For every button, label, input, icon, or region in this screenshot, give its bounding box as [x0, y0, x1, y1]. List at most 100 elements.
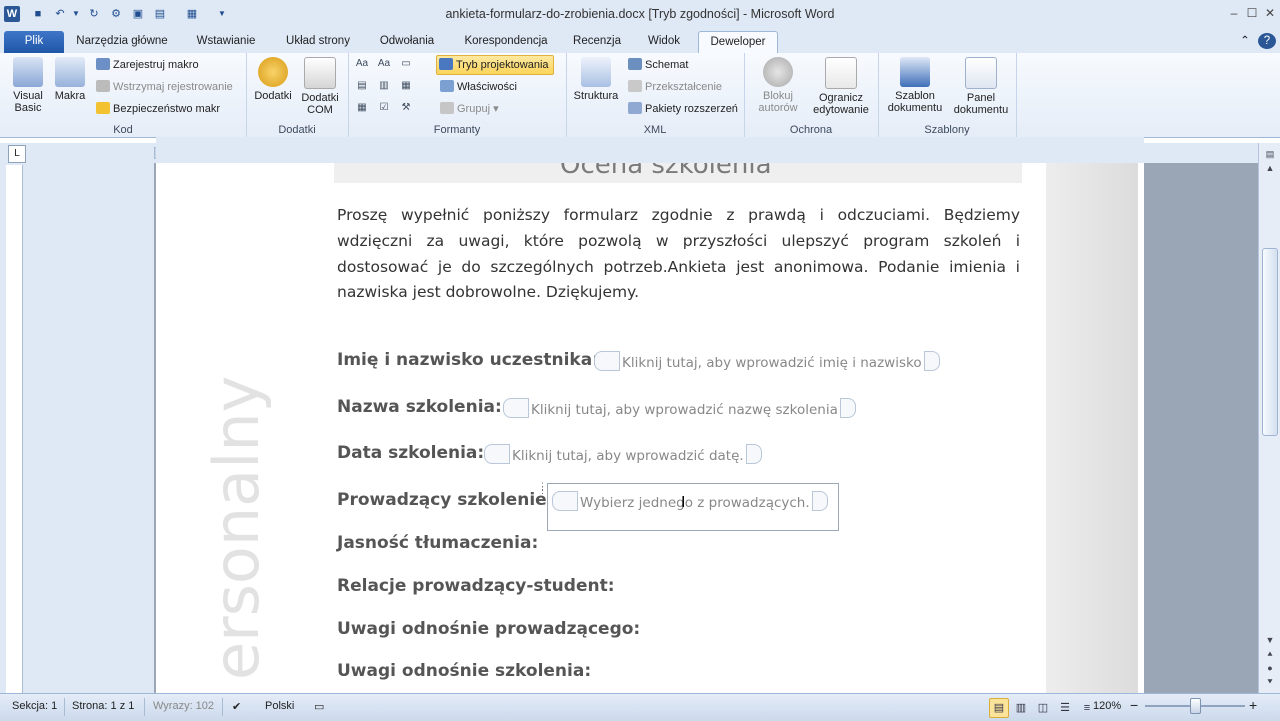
rich-text-control-icon[interactable]: Aa — [354, 57, 370, 71]
pause-recording-label: Wstrzymaj rejestrowanie — [113, 81, 233, 93]
full-screen-reading-view-icon[interactable]: ▥ — [1011, 698, 1031, 718]
view-ruler-icon[interactable]: ▤ — [1263, 147, 1277, 161]
training-date-placeholder: Kliknij tutaj, aby wprowadzić datę. — [512, 448, 744, 464]
record-macro-button[interactable]: Zarejestruj makro — [96, 56, 199, 74]
tab-uklad-strony[interactable]: Układ strony — [276, 31, 360, 53]
proofing-icon[interactable]: ✔ — [232, 700, 241, 713]
tab-narzedzia-glowne[interactable]: Narzędzia główne — [70, 31, 174, 53]
scroll-down-icon[interactable]: ▼ — [1263, 633, 1277, 647]
print-layout-view-icon[interactable]: ▤ — [989, 698, 1009, 718]
instructor-dropdown-control[interactable]: Wybierz jednego z prowadzących. — [552, 491, 828, 511]
visual-basic-label: Visual Basic — [13, 90, 43, 114]
scrollbar-thumb[interactable] — [1262, 248, 1278, 436]
watermark-label: ersonalny — [200, 375, 273, 680]
close-button[interactable]: ✕ — [1260, 4, 1280, 22]
vertical-ruler[interactable] — [6, 165, 23, 693]
visual-basic-button[interactable]: Visual Basic — [4, 57, 52, 114]
minimize-button[interactable]: – — [1224, 4, 1244, 22]
scroll-up-icon[interactable]: ▲ — [1263, 161, 1277, 175]
design-mode-button[interactable]: Tryb projektowania — [436, 55, 554, 75]
status-page[interactable]: Strona: 1 z 1 — [72, 700, 134, 712]
makra-label: Makra — [54, 90, 86, 102]
field-label-training-notes: Uwagi odnośnie szkolenia: — [337, 661, 592, 681]
com-add-ins-button[interactable]: Dodatki COM — [296, 57, 344, 116]
status-word-count[interactable]: Wyrazy: 102 — [153, 700, 214, 712]
lock-document-icon — [825, 57, 857, 89]
outline-view-icon[interactable]: ☰ — [1055, 698, 1075, 718]
status-bar: Sekcja: 1 Strona: 1 z 1 Wyrazy: 102 ✔ Po… — [0, 693, 1280, 721]
expansion-packs-button[interactable]: Pakiety rozszerzeń — [628, 100, 738, 118]
tab-korespondencja[interactable]: Korespondencja — [456, 31, 556, 53]
vertical-scrollbar[interactable]: ▤ ▲ ▼ ⯅ ● ⯆ — [1258, 143, 1280, 693]
zoom-level[interactable]: 120% — [1093, 700, 1121, 712]
tab-wstawianie[interactable]: Wstawianie — [186, 31, 266, 53]
group-label-ochrona: Ochrona — [789, 124, 833, 136]
add-ins-button[interactable]: Dodatki — [250, 57, 296, 102]
structure-pane-icon — [581, 57, 611, 87]
transformation-button[interactable]: Przekształcenie — [628, 78, 722, 96]
group-ochrona: Blokuj autorów Ogranicz edytowanie Ochro… — [744, 53, 879, 137]
training-date-content-control[interactable]: Kliknij tutaj, aby wprowadzić datę. — [484, 444, 762, 464]
group-button[interactable]: Grupuj ▾ — [440, 100, 499, 118]
properties-button[interactable]: Właściwości — [440, 78, 517, 96]
pause-icon — [96, 80, 110, 92]
restrict-editing-button[interactable]: Ogranicz edytowanie — [808, 57, 874, 116]
picture-control-icon[interactable]: ▭ — [398, 57, 414, 71]
help-icon[interactable]: ? — [1258, 33, 1276, 49]
dropdown-control-icon[interactable]: ▦ — [398, 79, 414, 93]
control-drag-handle-icon[interactable]: ⋮ ⋮ — [538, 482, 547, 496]
field-label-clarity: Jasność tłumaczenia: — [337, 533, 539, 553]
zoom-in-icon[interactable]: + — [1249, 697, 1257, 713]
web-layout-view-icon[interactable]: ◫ — [1033, 698, 1053, 718]
visual-basic-icon — [13, 57, 43, 87]
tab-plik[interactable]: Plik — [4, 31, 64, 53]
name-content-control[interactable]: Kliknij tutaj, aby wprowadzić imię i naz… — [594, 351, 940, 371]
combo-box-control-icon[interactable]: ▥ — [376, 79, 392, 93]
schema-icon — [628, 58, 642, 70]
status-language[interactable]: Polski — [265, 700, 294, 712]
tab-deweloper[interactable]: Deweloper — [698, 31, 778, 54]
minimize-ribbon-icon[interactable]: ⌃ — [1236, 31, 1254, 53]
watermark-text: ersonalny — [200, 376, 320, 700]
tab-recenzja[interactable]: Recenzja — [566, 31, 628, 53]
block-authors-button[interactable]: Blokuj autorów — [750, 57, 806, 114]
pause-recording-button[interactable]: Wstrzymaj rejestrowanie — [96, 78, 233, 96]
tab-selector-icon[interactable]: L — [8, 145, 26, 163]
legacy-tools-icon[interactable]: ⚒ — [398, 101, 414, 115]
control-tag-end — [923, 351, 940, 371]
design-mode-icon — [439, 58, 453, 70]
zoom-out-icon[interactable]: − — [1130, 697, 1138, 713]
zoom-slider-thumb[interactable] — [1190, 698, 1201, 714]
next-page-icon[interactable]: ⯆ — [1263, 675, 1277, 689]
name-placeholder: Kliknij tutaj, aby wprowadzić imię i naz… — [622, 355, 922, 371]
makra-button[interactable]: Makra — [52, 57, 88, 102]
checkbox-control-icon[interactable]: ☑ — [376, 101, 392, 115]
macro-record-icon[interactable]: ▭ — [314, 700, 324, 713]
browse-object-icon[interactable]: ● — [1263, 661, 1277, 675]
status-section[interactable]: Sekcja: 1 — [12, 700, 57, 712]
tab-odwolania[interactable]: Odwołania — [370, 31, 444, 53]
title-bar: W ■ ↶ ▼ ↻ ⚙ ▣ ▤ ▦ ▼ ankieta-formularz-do… — [0, 0, 1280, 29]
design-mode-label: Tryb projektowania — [456, 59, 549, 71]
tab-widok[interactable]: Widok — [638, 31, 690, 53]
group-label-formanty: Formanty — [433, 124, 481, 136]
date-picker-control-icon[interactable]: ▦ — [354, 101, 370, 115]
document-panel-button[interactable]: Panel dokumentu — [950, 57, 1012, 116]
document-template-button[interactable]: Szablon dokumentu — [882, 57, 948, 114]
macro-security-button[interactable]: Bezpieczeństwo makr — [96, 100, 220, 118]
building-block-control-icon[interactable]: ▤ — [354, 79, 370, 93]
structure-button[interactable]: Struktura — [570, 57, 622, 102]
window-title: ankieta-formularz-do-zrobienia.docx [Try… — [445, 7, 835, 21]
document-panel-label: Panel dokumentu — [953, 92, 1009, 116]
control-tag-end — [839, 398, 856, 418]
previous-page-icon[interactable]: ⯅ — [1263, 647, 1277, 661]
status-separator — [64, 698, 65, 716]
training-name-content-control[interactable]: Kliknij tutaj, aby wprowadzić nazwę szko… — [503, 398, 856, 418]
schema-button[interactable]: Schemat — [628, 56, 688, 74]
intro-paragraph[interactable]: Proszę wypełnić poniższy formularz zgodn… — [337, 203, 1020, 306]
maximize-button[interactable]: ☐ — [1242, 4, 1262, 22]
com-add-ins-icon — [304, 57, 336, 89]
plain-text-control-icon[interactable]: Aa — [376, 57, 392, 71]
group-kod: Visual Basic Makra Zarejestruj makro Wst… — [0, 53, 247, 137]
workspace-left-margin — [0, 163, 154, 693]
